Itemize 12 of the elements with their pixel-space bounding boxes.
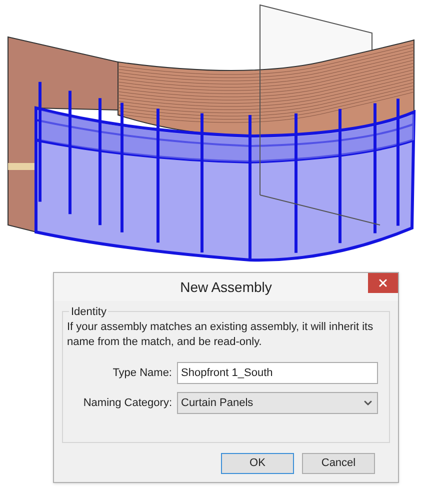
field-label: Naming Category:: [82, 396, 173, 411]
close-icon: [377, 277, 389, 289]
close-button[interactable]: [368, 273, 398, 293]
group-label: Identity: [69, 304, 108, 320]
dropdown-value: Curtain Panels: [181, 396, 254, 411]
window-title: New Assembly: [179, 278, 273, 297]
field-label: Type Name:: [112, 366, 173, 381]
description-text: If your assembly matches an existing assembly, it will inherit its name from the match, and be read-only.: [67, 320, 374, 350]
dialog-button[interactable]: Cancel: [302, 453, 375, 474]
dialog-button[interactable]: OK: [221, 453, 294, 474]
type-name-field[interactable]: Shopfront 1_South: [177, 362, 378, 384]
category-dropdown[interactable]: Curtain Panels: [177, 392, 378, 414]
